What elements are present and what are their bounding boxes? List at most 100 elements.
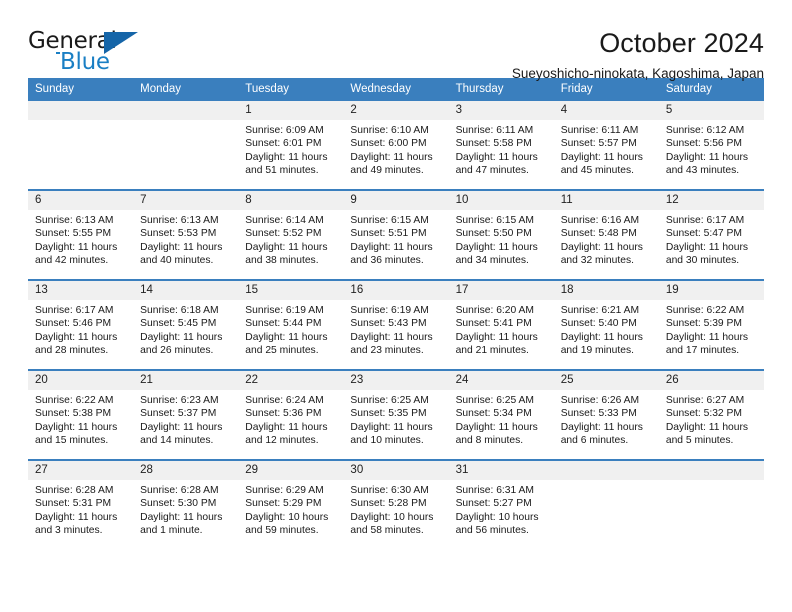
- calendar-day-cell[interactable]: 13 Sunrise: 6:17 AM Sunset: 5:46 PM Dayligh…: [28, 281, 134, 369]
- weekday-header-row: Sunday Monday Tuesday Wednesday Thursday…: [28, 78, 764, 99]
- sunrise-time: Sunrise: 6:22 AM: [35, 395, 114, 406]
- calendar-day-cell[interactable]: 31 Sunrise: 6:31 AM Sunset: 5:27 PM Dayligh…: [448, 461, 554, 549]
- day-sun-info: Sunrise: 6:17 AM Sunset: 5:47 PM Daylight:…: [659, 210, 764, 268]
- day-number: 24: [448, 371, 554, 390]
- calendar-day-cell[interactable]: 16 Sunrise: 6:19 AM Sunset: 5:43 PM Dayligh…: [343, 281, 449, 369]
- day-sun-info: Sunrise: 6:19 AM Sunset: 5:44 PM Daylight:…: [238, 300, 343, 358]
- calendar-day-cell[interactable]: 23 Sunrise: 6:25 AM Sunset: 5:35 PM Dayligh…: [343, 371, 449, 459]
- sunset-time: Sunset: 5:41 PM: [455, 318, 532, 330]
- day-sun-info: Sunrise: 6:12 AM Sunset: 5:56 PM Daylight:…: [659, 120, 764, 178]
- daylight-duration-line2: and 17 minutes.: [665, 345, 740, 357]
- sunset-time: Sunset: 5:37 PM: [140, 408, 217, 420]
- daylight-duration-line1: Daylight: 11 hours: [140, 241, 223, 253]
- calendar-day-cell[interactable]: 21 Sunrise: 6:23 AM Sunset: 5:37 PM Dayligh…: [133, 371, 239, 459]
- daylight-duration-line1: Daylight: 11 hours: [350, 241, 433, 253]
- calendar-day-cell[interactable]: 30 Sunrise: 6:30 AM Sunset: 5:28 PM Dayligh…: [343, 461, 449, 549]
- daylight-duration-line1: Daylight: 11 hours: [245, 241, 328, 253]
- day-sun-info: Sunrise: 6:11 AM Sunset: 5:58 PM Daylight:…: [449, 120, 554, 178]
- calendar-day-cell[interactable]: 22 Sunrise: 6:24 AM Sunset: 5:36 PM Dayligh…: [238, 371, 344, 459]
- daylight-duration-line2: and 26 minutes.: [140, 345, 214, 357]
- calendar-day-cell[interactable]: 4 Sunrise: 6:11 AM Sunset: 5:57 PM Daylight…: [553, 101, 659, 189]
- calendar-day-cell[interactable]: 17 Sunrise: 6:20 AM Sunset: 5:41 PM Dayligh…: [448, 281, 554, 369]
- calendar-day-cell[interactable]: 9 Sunrise: 6:15 AM Sunset: 5:51 PM Daylight…: [343, 191, 449, 279]
- calendar-weeks: 1 Sunrise: 6:09 AM Sunset: 6:01 PM Daylight…: [28, 99, 764, 549]
- calendar-day-cell[interactable]: 10 Sunrise: 6:15 AM Sunset: 5:50 PM Dayligh…: [448, 191, 554, 279]
- calendar-day-cell[interactable]: 29 Sunrise: 6:29 AM Sunset: 5:29 PM Dayligh…: [238, 461, 344, 549]
- day-number: 25: [553, 371, 659, 390]
- sunset-time: Sunset: 5:36 PM: [245, 408, 322, 420]
- daylight-duration-line1: Daylight: 11 hours: [455, 421, 538, 433]
- calendar-day-cell[interactable]: 8 Sunrise: 6:14 AM Sunset: 5:52 PM Daylight…: [238, 191, 344, 279]
- sunset-time: Sunset: 5:58 PM: [455, 138, 532, 150]
- sunset-time: Sunset: 5:56 PM: [665, 138, 742, 150]
- day-number: 31: [448, 461, 554, 480]
- sunset-time: Sunset: 5:27 PM: [455, 498, 532, 510]
- day-number: 30: [343, 461, 449, 480]
- day-number: 12: [658, 191, 764, 210]
- sunset-time: Sunset: 5:44 PM: [245, 318, 322, 330]
- calendar-day-cell[interactable]: 2 Sunrise: 6:10 AM Sunset: 6:00 PM Daylight…: [343, 101, 449, 189]
- sunset-time: Sunset: 5:29 PM: [245, 498, 322, 510]
- day-number: 19: [658, 281, 764, 300]
- sunset-time: Sunset: 5:46 PM: [35, 318, 112, 330]
- calendar-day-cell[interactable]: 24 Sunrise: 6:25 AM Sunset: 5:34 PM Dayligh…: [448, 371, 554, 459]
- calendar-day-cell[interactable]: 19 Sunrise: 6:22 AM Sunset: 5:39 PM Dayligh…: [658, 281, 764, 369]
- calendar-day-cell[interactable]: 14 Sunrise: 6:18 AM Sunset: 5:45 PM Dayligh…: [133, 281, 239, 369]
- day-number: 10: [448, 191, 554, 210]
- calendar-day-cell[interactable]: 28 Sunrise: 6:28 AM Sunset: 5:30 PM Dayligh…: [133, 461, 239, 549]
- weekday-friday: Friday: [560, 83, 593, 95]
- calendar-day-cell[interactable]: 11 Sunrise: 6:16 AM Sunset: 5:48 PM Dayligh…: [553, 191, 659, 279]
- sunset-time: Sunset: 6:00 PM: [350, 138, 427, 150]
- calendar-day-cell[interactable]: 3 Sunrise: 6:11 AM Sunset: 5:58 PM Daylight…: [448, 101, 554, 189]
- calendar-day-cell[interactable]: 26 Sunrise: 6:27 AM Sunset: 5:32 PM Dayligh…: [658, 371, 764, 459]
- daylight-duration-line1: Daylight: 11 hours: [350, 331, 433, 343]
- calendar-day-cell[interactable]: 20 Sunrise: 6:22 AM Sunset: 5:38 PM Dayligh…: [28, 371, 134, 459]
- day-number: [658, 461, 764, 480]
- calendar-day-empty: [28, 101, 134, 189]
- day-number: 5: [658, 101, 764, 120]
- day-sun-info: Sunrise: 6:13 AM Sunset: 5:53 PM Daylight:…: [133, 210, 238, 268]
- calendar-day-cell[interactable]: 1 Sunrise: 6:09 AM Sunset: 6:01 PM Daylight…: [238, 101, 344, 189]
- sunset-time: Sunset: 5:28 PM: [350, 498, 427, 510]
- day-sun-info: Sunrise: 6:19 AM Sunset: 5:43 PM Daylight:…: [343, 300, 448, 358]
- calendar-day-cell[interactable]: 15 Sunrise: 6:19 AM Sunset: 5:44 PM Dayligh…: [238, 281, 344, 369]
- daylight-duration-line2: and 28 minutes.: [35, 345, 109, 357]
- general-blue-logo[interactable]: General Blue: [28, 26, 148, 78]
- day-number: 1: [238, 101, 344, 120]
- weekday-sunday: Sunday: [35, 83, 75, 95]
- daylight-duration-line1: Daylight: 11 hours: [35, 331, 118, 343]
- daylight-duration-line1: Daylight: 11 hours: [245, 331, 328, 343]
- sunrise-time: Sunrise: 6:15 AM: [455, 215, 534, 226]
- sunset-time: Sunset: 5:35 PM: [350, 408, 427, 420]
- calendar-day-cell[interactable]: 5 Sunrise: 6:12 AM Sunset: 5:56 PM Daylight…: [658, 101, 764, 189]
- daylight-duration-line2: and 51 minutes.: [245, 165, 319, 177]
- daylight-duration-line2: and 15 minutes.: [35, 435, 109, 447]
- daylight-duration-line2: and 42 minutes.: [35, 255, 109, 267]
- day-sun-info: Sunrise: 6:24 AM Sunset: 5:36 PM Daylight:…: [238, 390, 343, 448]
- calendar-day-cell[interactable]: 18 Sunrise: 6:21 AM Sunset: 5:40 PM Dayligh…: [553, 281, 659, 369]
- calendar-day-cell[interactable]: 6 Sunrise: 6:13 AM Sunset: 5:55 PM Daylight…: [28, 191, 134, 279]
- day-number: 21: [133, 371, 239, 390]
- calendar-day-cell[interactable]: 12 Sunrise: 6:17 AM Sunset: 5:47 PM Dayligh…: [658, 191, 764, 279]
- day-number: 6: [28, 191, 134, 210]
- sunrise-time: Sunrise: 6:14 AM: [245, 215, 324, 226]
- day-number: 3: [448, 101, 554, 120]
- daylight-duration-line2: and 32 minutes.: [560, 255, 634, 267]
- logo-text-blue: Blue: [60, 49, 110, 75]
- calendar-day-cell[interactable]: 25 Sunrise: 6:26 AM Sunset: 5:33 PM Dayligh…: [553, 371, 659, 459]
- day-sun-info: Sunrise: 6:22 AM Sunset: 5:39 PM Daylight:…: [659, 300, 764, 358]
- daylight-duration-line1: Daylight: 11 hours: [560, 421, 643, 433]
- calendar-day-cell[interactable]: 27 Sunrise: 6:28 AM Sunset: 5:31 PM Dayligh…: [28, 461, 134, 549]
- day-number: [133, 101, 239, 120]
- day-sun-info: Sunrise: 6:15 AM Sunset: 5:51 PM Daylight:…: [343, 210, 448, 268]
- daylight-duration-line2: and 30 minutes.: [665, 255, 740, 267]
- sunrise-time: Sunrise: 6:09 AM: [245, 125, 324, 136]
- calendar-day-cell[interactable]: 7 Sunrise: 6:13 AM Sunset: 5:53 PM Daylight…: [133, 191, 239, 279]
- sunset-time: Sunset: 5:57 PM: [560, 138, 637, 150]
- page-header: General Blue October 2024 Sueyoshicho-ni…: [28, 0, 764, 81]
- daylight-duration-line2: and 14 minutes.: [140, 435, 214, 447]
- sunset-time: Sunset: 5:48 PM: [560, 228, 637, 240]
- day-number: 4: [553, 101, 659, 120]
- daylight-duration-line1: Daylight: 11 hours: [455, 241, 538, 253]
- daylight-duration-line1: Daylight: 11 hours: [560, 331, 643, 343]
